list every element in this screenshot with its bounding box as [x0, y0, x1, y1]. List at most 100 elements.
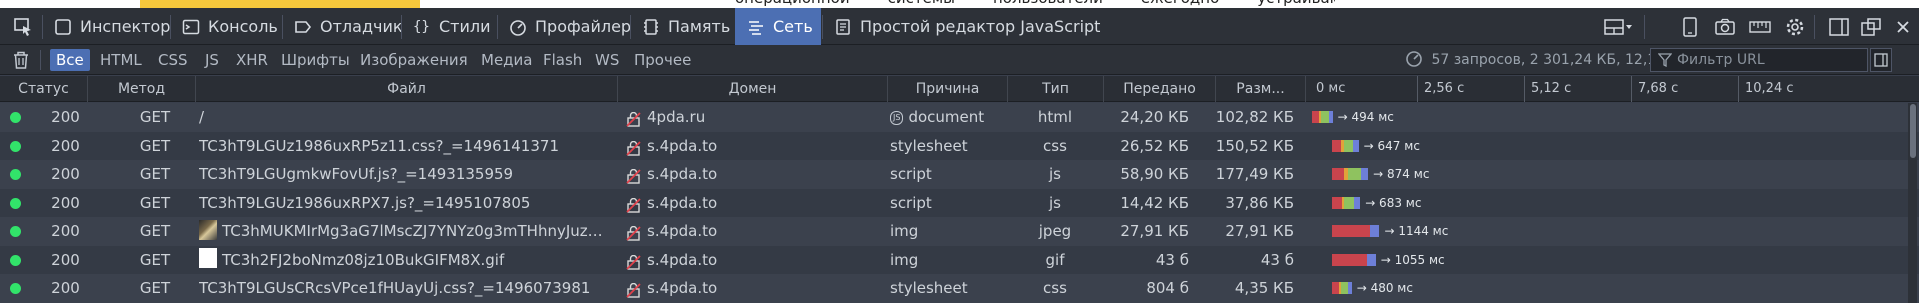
request-row[interactable]: 200 GET TC3h2FJ2boNmz08jz10BukGIFM8X.gif s.…: [0, 245, 1919, 275]
toolbar-separator: [1644, 15, 1645, 39]
request-file: TC3hT9LGUgmkwFovUf.js?_=1493135959: [199, 160, 609, 189]
column-method[interactable]: Метод: [88, 76, 196, 102]
ruler-icon: [1749, 20, 1771, 33]
timing-bar[interactable]: [1331, 168, 1369, 180]
toggle-sidebar-button[interactable]: [1870, 48, 1892, 72]
request-file-name: TC3hT9LGUsCRcsVPce1fHUayUj.css?_=1496073…: [199, 279, 591, 297]
column-cause[interactable]: Причина: [888, 76, 1008, 102]
filter-type-6[interactable]: Изображения: [354, 49, 474, 71]
request-summary-text: 57 запросов, 2 301,24 КБ, 12,17 с: [1431, 52, 1678, 68]
request-method: GET: [139, 279, 171, 297]
column-transferred[interactable]: Передано: [1104, 76, 1216, 102]
status-ok-icon: [10, 112, 21, 123]
timing-segment: [1354, 196, 1361, 209]
request-cause-label: stylesheet: [890, 136, 968, 155]
request-cause: img: [890, 246, 1005, 275]
tab-network-label: Сеть: [773, 17, 813, 36]
request-cause: stylesheet: [890, 132, 1005, 161]
responsive-design-button[interactable]: [1675, 8, 1705, 45]
tab-style-editor[interactable]: {} Стили: [413, 8, 491, 45]
insecure-connection-icon: [626, 251, 641, 270]
column-domain[interactable]: Домен: [618, 76, 888, 102]
layout-dropdown-icon: [1604, 18, 1632, 35]
filter-type-7[interactable]: Медиа: [475, 49, 538, 71]
request-row[interactable]: 200 GET TC3hT9LGUsCRcsVPce1fHUayUj.css?_=1…: [0, 274, 1919, 303]
tab-console[interactable]: Консоль: [182, 8, 278, 45]
close-devtools-button[interactable]: [1888, 8, 1918, 45]
request-file: TC3hT9LGUsCRcsVPce1fHUayUj.css?_=1496073…: [199, 274, 609, 303]
request-type: jpeg: [1038, 222, 1072, 240]
column-status[interactable]: Статус: [0, 76, 88, 102]
screenshot-button[interactable]: [1710, 8, 1740, 45]
filter-type-2[interactable]: CSS: [152, 49, 194, 71]
request-row[interactable]: 200 GET TC3hMUKMIrMg3aG7lMscZJ7YNYz0g3mTHh…: [0, 217, 1919, 246]
request-cause: stylesheet: [890, 274, 1005, 303]
filter-type-4[interactable]: XHR: [230, 49, 274, 71]
toolbar-separator: [40, 50, 41, 70]
performance-analysis-icon[interactable]: [1405, 50, 1423, 68]
timing-bar[interactable]: [1312, 111, 1333, 123]
filter-type-9[interactable]: WS: [589, 49, 625, 71]
responsive-options-button[interactable]: [1598, 8, 1638, 45]
request-domain-name: s.4pda.to: [647, 136, 718, 155]
filter-url-input[interactable]: Фильтр URL: [1650, 48, 1868, 72]
column-type[interactable]: Тип: [1008, 76, 1104, 102]
request-status: 200: [51, 136, 80, 155]
toolbar-separator: [1814, 15, 1815, 39]
request-cause-label: img: [890, 250, 919, 269]
close-icon: [1897, 20, 1909, 33]
request-row[interactable]: 200 GET / 4pda.ru JS document html 24,20 КБ 102,…: [0, 103, 1919, 132]
request-transferred: 26,52 КБ: [1120, 136, 1189, 155]
requests-scrollbar-thumb[interactable]: [1910, 104, 1916, 158]
timing-bar[interactable]: [1331, 253, 1376, 266]
timing-segment: [1331, 282, 1339, 294]
toolbar-separator: [282, 15, 283, 39]
filter-type-3[interactable]: JS: [199, 49, 225, 71]
request-file-name: TC3hT9LGUz1986uxRP5z11.css?_=1496141371: [199, 136, 559, 155]
tab-memory[interactable]: Память: [642, 8, 730, 45]
tab-network[interactable]: Сеть: [735, 8, 821, 45]
rulers-button[interactable]: [1745, 8, 1775, 45]
insecure-connection-icon: [626, 108, 641, 127]
request-domain: 4pda.ru: [626, 103, 886, 132]
request-method: GET: [139, 136, 171, 155]
request-file: TC3h2FJ2boNmz08jz10BukGIFM8X.gif: [199, 246, 609, 275]
request-cause-label: stylesheet: [890, 279, 968, 297]
toolbar-separator: [822, 15, 823, 39]
timing-duration-label: → 1055 мс: [1380, 252, 1445, 267]
request-summary: 57 запросов, 2 301,24 КБ, 12,17 с: [1405, 45, 1677, 75]
filter-type-1[interactable]: HTML: [94, 49, 148, 71]
column-size[interactable]: Разм...: [1216, 76, 1306, 102]
request-row[interactable]: 200 GET TC3hT9LGUgmkwFovUf.js?_=1493135959…: [0, 160, 1919, 189]
timeline-tick-label: 10,24 с: [1738, 76, 1794, 102]
tab-scratchpad[interactable]: Простой редактор JavaScript: [834, 8, 1100, 45]
timing-bar[interactable]: [1331, 225, 1380, 237]
image-thumbnail: [199, 219, 217, 240]
settings-button[interactable]: [1780, 8, 1810, 45]
request-size: 177,49 КБ: [1215, 165, 1294, 183]
pick-element-button[interactable]: [6, 8, 40, 45]
debugger-icon: [294, 18, 312, 36]
request-type: css: [1043, 279, 1067, 297]
clear-requests-button[interactable]: [12, 50, 34, 70]
timing-bar[interactable]: [1331, 196, 1361, 209]
request-row[interactable]: 200 GET TC3hT9LGUz1986uxRP5z11.css?_=14961…: [0, 131, 1919, 161]
undock-button[interactable]: [1856, 8, 1886, 45]
filter-type-5[interactable]: Шрифты: [275, 49, 356, 71]
timing-bar[interactable]: [1331, 139, 1359, 152]
filter-type-10[interactable]: Прочее: [628, 49, 697, 71]
filter-all[interactable]: Все: [50, 49, 90, 71]
request-row[interactable]: 200 GET TC3hT9LGUz1986uxRPX7.js?_=14951078…: [0, 188, 1919, 217]
tab-inspector[interactable]: Инспектор: [54, 8, 170, 45]
tab-debugger[interactable]: Отладчик: [294, 8, 403, 45]
timing-bar[interactable]: [1331, 282, 1352, 294]
pick-element-icon: [14, 17, 31, 36]
request-domain: s.4pda.to: [626, 160, 886, 189]
request-transferred: 27,91 КБ: [1120, 222, 1189, 240]
timing-duration-label: → 647 мс: [1363, 138, 1420, 153]
column-file[interactable]: Файл: [196, 76, 618, 102]
timeline-tick-label: 0 мс: [1316, 81, 1346, 96]
dock-side-button[interactable]: [1824, 8, 1854, 45]
tab-profiler[interactable]: Профайлер: [509, 8, 631, 45]
filter-type-8[interactable]: Flash: [537, 49, 588, 71]
